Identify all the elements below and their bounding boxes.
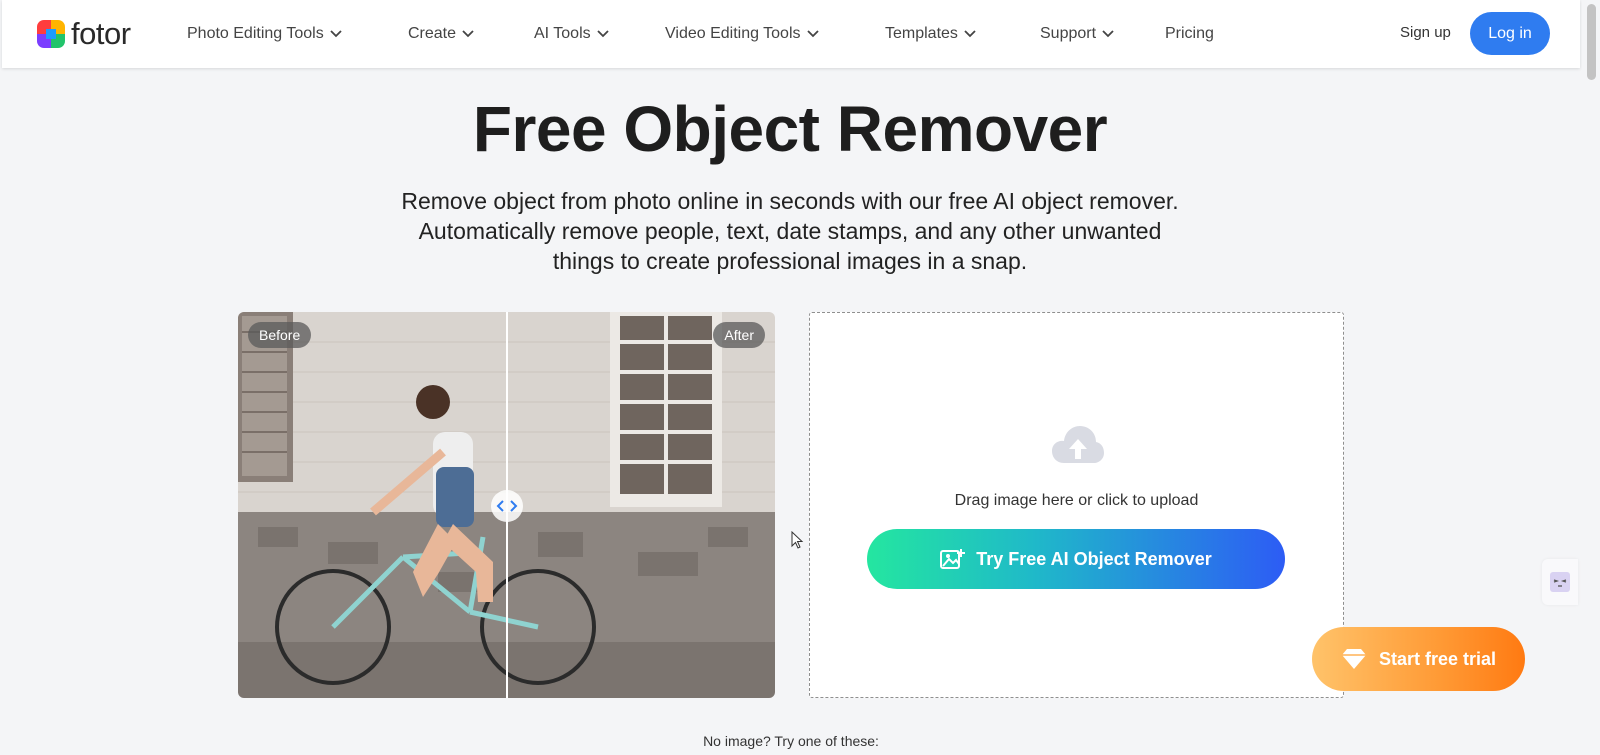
trial-label: Start free trial [1378, 648, 1497, 669]
cloud-upload-icon [1052, 425, 1104, 470]
page-title: Free Object Remover [472, 93, 1108, 165]
nav-label: Templates [885, 25, 958, 42]
after-label: After [713, 322, 765, 348]
sign-up-link[interactable]: Sign up [1400, 24, 1451, 41]
try-object-remover-button[interactable]: Try Free AI Object Remover [867, 529, 1285, 589]
fotor-logo-icon [37, 20, 65, 48]
nav-create[interactable]: Create [408, 22, 474, 46]
nav-label: Pricing [1165, 25, 1214, 42]
left-right-arrows-icon[interactable] [491, 490, 523, 522]
diamond-icon [1341, 649, 1366, 669]
sample-images-prompt: No image? Try one of these: [703, 733, 879, 749]
page-scrollbar[interactable] [1582, 0, 1600, 755]
top-navbar: fotor Photo Editing Tools Create AI Tool… [2, 0, 1580, 68]
nav-label: Photo Editing Tools [187, 25, 324, 42]
chevron-down-icon [964, 30, 976, 38]
chevron-down-icon [330, 30, 342, 38]
scrollbar-thumb[interactable] [1587, 4, 1596, 80]
chat-face-icon [1550, 572, 1570, 592]
nav-video-editing-tools[interactable]: Video Editing Tools [665, 22, 819, 46]
before-after-slider[interactable]: Before After [238, 312, 775, 698]
fotor-logo[interactable]: fotor [37, 16, 131, 51]
nav-label: Support [1040, 25, 1097, 42]
nav-label: Create [408, 25, 457, 42]
chevron-down-icon [596, 30, 609, 38]
nav-pricing[interactable]: Pricing [1165, 22, 1214, 46]
mouse-cursor-icon [791, 531, 804, 549]
subtitle-line: things to create professional images in … [552, 248, 1028, 274]
nav-ai-tools[interactable]: AI Tools [534, 22, 609, 46]
try-button-label: Try Free AI Object Remover [976, 548, 1212, 569]
subtitle-line: Automatically remove people, text, date … [418, 218, 1162, 244]
nav-label: AI Tools [534, 25, 591, 42]
log-in-button[interactable]: Log in [1470, 12, 1550, 55]
chat-widget[interactable] [1542, 559, 1578, 605]
page-subtitle: Remove object from photo online in secon… [310, 186, 1270, 276]
start-free-trial-button[interactable]: Start free trial [1312, 627, 1525, 691]
image-add-icon [940, 549, 966, 569]
chevron-down-icon [1102, 30, 1114, 38]
upload-dropzone[interactable]: Drag image here or click to upload Try F… [809, 312, 1344, 698]
subtitle-line: Remove object from photo online in secon… [401, 188, 1179, 214]
chevron-down-icon [806, 30, 819, 38]
chevron-down-icon [462, 30, 474, 38]
nav-support[interactable]: Support [1040, 22, 1114, 46]
before-label: Before [248, 322, 312, 348]
nav-label: Video Editing Tools [665, 25, 801, 42]
upload-instruction: Drag image here or click to upload [954, 492, 1199, 509]
logo-text: fotor [71, 16, 131, 51]
nav-templates[interactable]: Templates [885, 22, 976, 46]
nav-photo-editing-tools[interactable]: Photo Editing Tools [187, 22, 342, 46]
